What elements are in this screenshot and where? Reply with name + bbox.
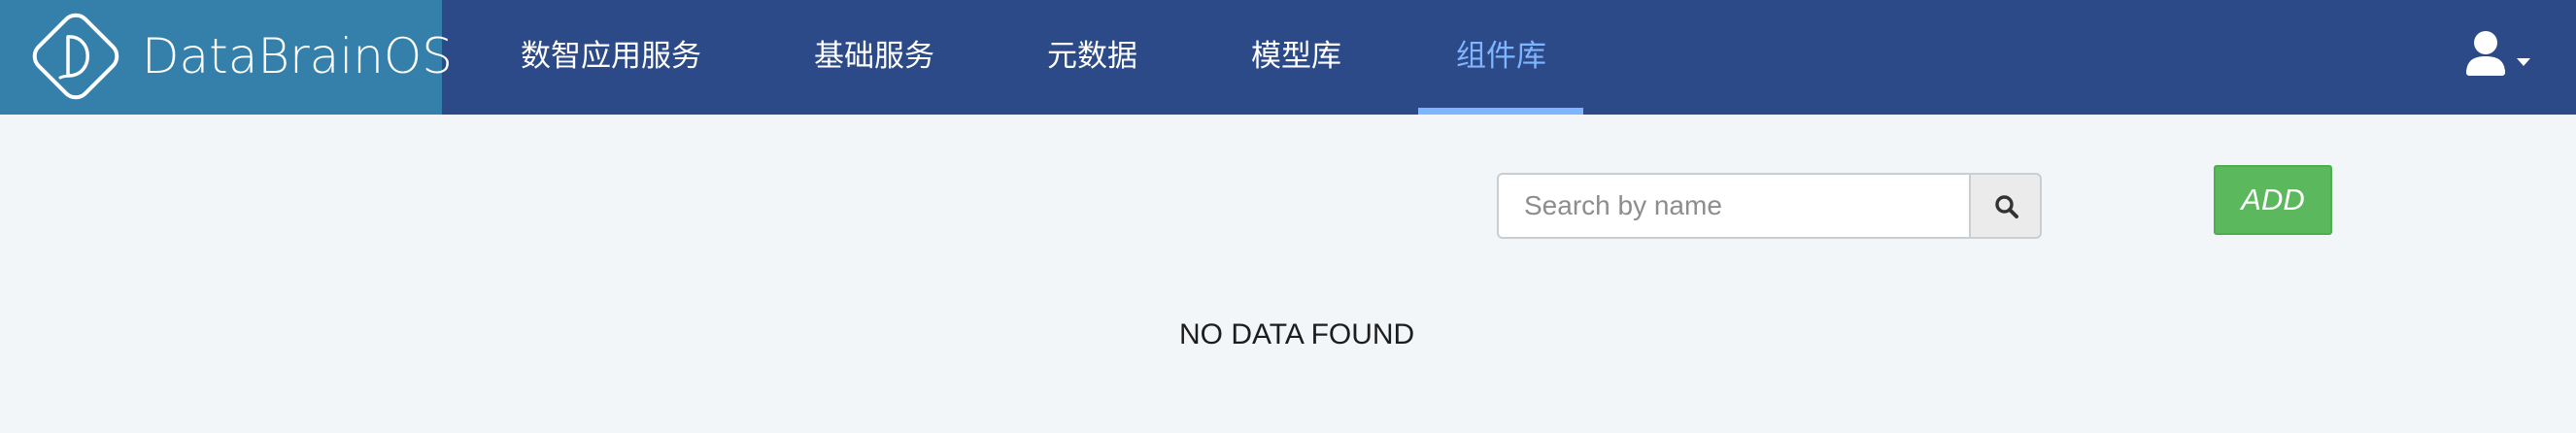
search-input[interactable] <box>1497 173 1969 239</box>
brand-name: DataBrainOS <box>142 28 453 84</box>
nav-item-metadata[interactable]: 元数据 <box>1047 0 1137 115</box>
brand[interactable]: DataBrainOS <box>0 0 453 115</box>
user-icon <box>2466 31 2505 76</box>
search-button[interactable] <box>1969 173 2042 239</box>
empty-state-message: NO DATA FOUND <box>1179 318 1415 350</box>
add-button[interactable]: ADD <box>2214 165 2332 235</box>
caret-down-icon[interactable] <box>2516 57 2531 67</box>
databrain-logo-icon <box>32 13 119 100</box>
nav-item-basic-services[interactable]: 基础服务 <box>814 0 934 115</box>
user-menu-button[interactable] <box>2462 29 2530 83</box>
active-tab-indicator <box>1418 108 1583 115</box>
search-group <box>1497 173 2042 239</box>
top-navbar: DataBrainOS 数智应用服务 基础服务 元数据 模型库 组件库 <box>0 0 2576 115</box>
nav-item-digital-app-services[interactable]: 数智应用服务 <box>521 0 701 115</box>
nav-item-component-library[interactable]: 组件库 <box>1456 0 1546 115</box>
search-icon <box>1995 195 2018 218</box>
nav-item-model-library[interactable]: 模型库 <box>1251 0 1341 115</box>
